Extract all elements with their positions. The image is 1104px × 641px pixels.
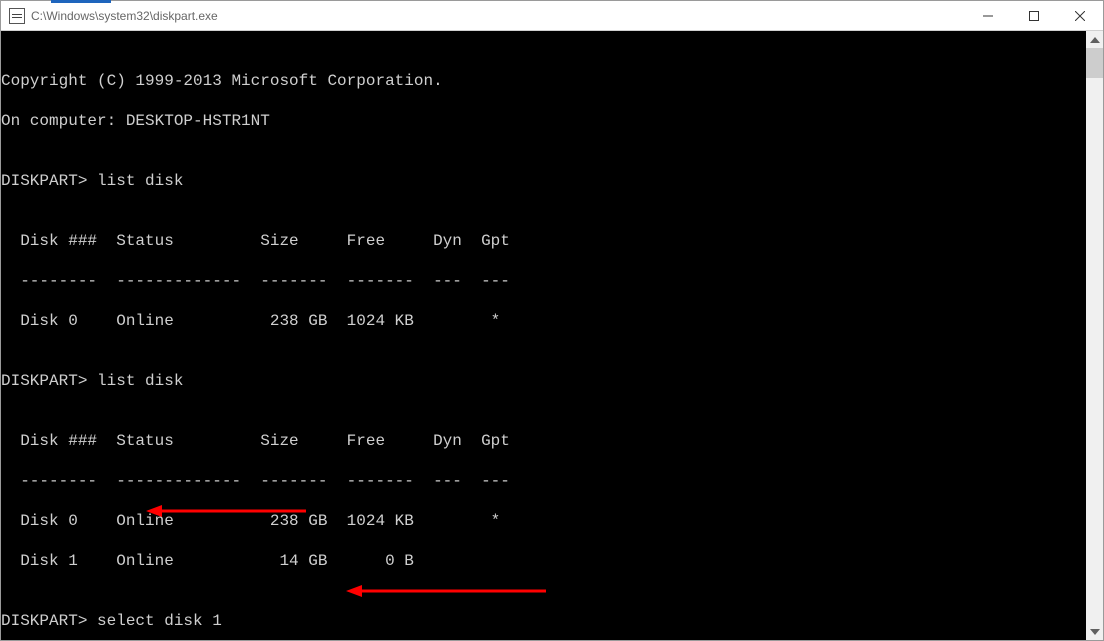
titlebar[interactable]: C:\Windows\system32\diskpart.exe bbox=[1, 1, 1103, 31]
window-controls bbox=[965, 1, 1103, 30]
console-prompt: DISKPART> list disk bbox=[1, 371, 1086, 391]
console-prompt: DISKPART> select disk 1 bbox=[1, 611, 1086, 631]
scroll-up-button[interactable] bbox=[1086, 31, 1103, 48]
table-separator: -------- ------------- ------- ------- -… bbox=[1, 471, 1086, 491]
table-header: Disk ### Status Size Free Dyn Gpt bbox=[1, 231, 1086, 251]
table-row: Disk 1 Online 14 GB 0 B bbox=[1, 551, 1086, 571]
maximize-button[interactable] bbox=[1011, 1, 1057, 30]
scrollbar[interactable] bbox=[1086, 31, 1103, 640]
minimize-button[interactable] bbox=[965, 1, 1011, 30]
table-separator: -------- ------------- ------- ------- -… bbox=[1, 271, 1086, 291]
console-line: Copyright (C) 1999-2013 Microsoft Corpor… bbox=[1, 71, 1086, 91]
console-prompt: DISKPART> list disk bbox=[1, 171, 1086, 191]
table-row: Disk 0 Online 238 GB 1024 KB * bbox=[1, 511, 1086, 531]
table-row: Disk 0 Online 238 GB 1024 KB * bbox=[1, 311, 1086, 331]
window-title: C:\Windows\system32\diskpart.exe bbox=[31, 9, 965, 23]
table-header: Disk ### Status Size Free Dyn Gpt bbox=[1, 431, 1086, 451]
title-accent bbox=[51, 0, 111, 3]
close-button[interactable] bbox=[1057, 1, 1103, 30]
scroll-down-button[interactable] bbox=[1086, 623, 1103, 640]
console-output[interactable]: Copyright (C) 1999-2013 Microsoft Corpor… bbox=[1, 31, 1086, 640]
console-line: On computer: DESKTOP-HSTR1NT bbox=[1, 111, 1086, 131]
scroll-thumb[interactable] bbox=[1086, 48, 1103, 78]
console-app-icon bbox=[9, 8, 25, 24]
